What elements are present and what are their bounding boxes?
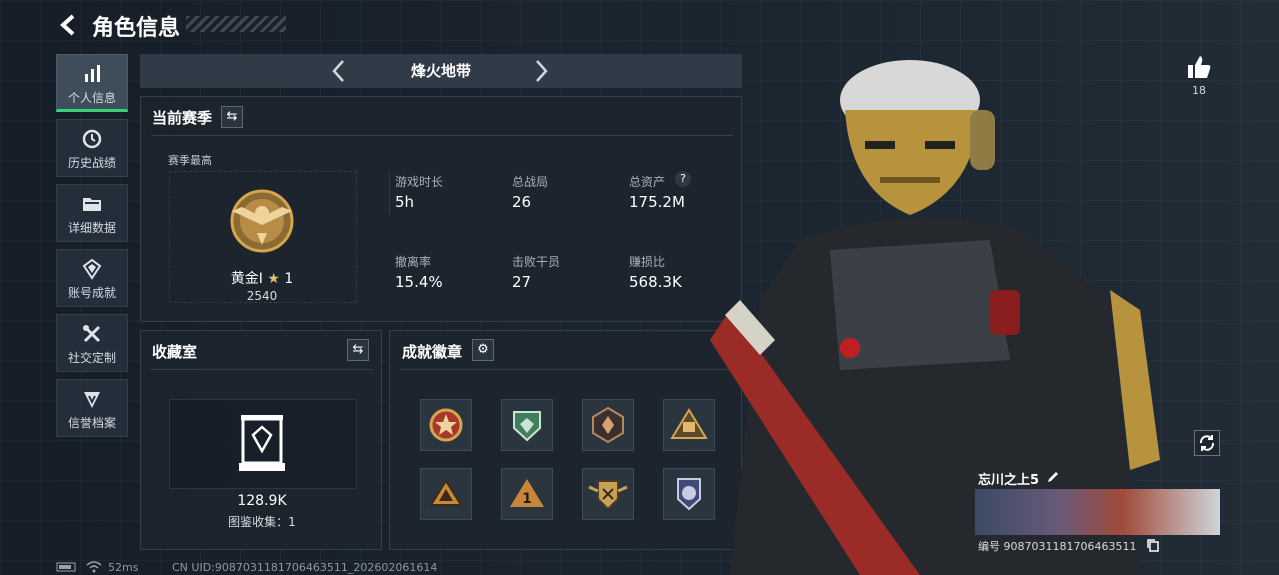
wifi-icon: [86, 561, 102, 573]
sidebar-item-reputation[interactable]: 信誉档案: [56, 379, 128, 437]
collection-title: 收藏室: [152, 343, 198, 361]
achievement-badge[interactable]: [582, 468, 634, 520]
sidebar-item-achievements[interactable]: 账号成就: [56, 249, 128, 307]
hex-emblem-icon: [592, 406, 624, 444]
rank-one-icon: 1: [510, 479, 544, 507]
edit-icon[interactable]: [1046, 470, 1060, 484]
catalog-count: 图鉴收集：1: [228, 515, 296, 529]
like-count: 18: [1192, 84, 1206, 97]
divider: [389, 171, 390, 215]
next-mode-icon[interactable]: [532, 56, 550, 93]
sidebar-item-personal-info[interactable]: 个人信息: [56, 54, 128, 112]
folder-icon: [83, 198, 101, 211]
sidebar-item-history[interactable]: 历史战绩: [56, 119, 128, 177]
swap-season-button[interactable]: ⇆: [221, 106, 243, 128]
title-decoration: [186, 16, 286, 32]
copy-icon[interactable]: [1146, 538, 1160, 552]
achievement-badge[interactable]: [420, 468, 472, 520]
swap-collection-button[interactable]: ⇆: [347, 339, 369, 361]
stat-label: 总资产: [629, 175, 666, 189]
sidebar-item-social-custom[interactable]: 社交定制: [56, 314, 128, 372]
sidebar-item-label: 社交定制: [67, 351, 116, 365]
green-shield-icon: [513, 411, 541, 442]
star-medal-icon: [429, 408, 463, 442]
display-case-icon: [239, 415, 285, 471]
divider: [400, 369, 733, 370]
player-id: 编号 9087031181706463511: [978, 540, 1137, 553]
stat-label: 赚损比: [629, 255, 666, 269]
name-card-banner[interactable]: [975, 489, 1220, 535]
orange-triangle-icon: [429, 479, 463, 506]
sidebar-item-label: 账号成就: [67, 286, 116, 300]
achievement-badge[interactable]: [501, 399, 553, 451]
shield-icon: [84, 392, 100, 408]
sidebar-item-label: 历史战绩: [67, 156, 116, 170]
achievement-badge[interactable]: [582, 399, 634, 451]
refresh-icon: [1199, 435, 1215, 451]
sidebar-item-label: 详细数据: [67, 221, 116, 235]
divider: [151, 135, 733, 136]
clock-icon: [82, 129, 102, 149]
season-best-label: 赛季最高: [168, 154, 212, 167]
rank-star-icon: ★: [267, 271, 280, 287]
stat-value: 175.2M: [629, 193, 685, 211]
tools-icon: [83, 325, 101, 343]
stat-label: 击败干员: [512, 255, 561, 269]
battery-icon: [56, 562, 76, 572]
mode-selector: 烽火地带: [140, 54, 742, 88]
uid-text: CN UID:9087031181706463511_202602061614: [172, 561, 438, 574]
rank-name-line: 黄金Ⅰ ★ 1: [201, 268, 323, 288]
thumbs-up-icon[interactable]: [1186, 54, 1212, 80]
sidebar-item-label: 个人信息: [67, 91, 116, 105]
gold-rank-emblem: [230, 189, 294, 253]
stat-value: 568.3K: [629, 273, 682, 291]
current-season-title: 当前赛季: [152, 109, 213, 127]
achievement-badge[interactable]: [420, 399, 472, 451]
stat-label: 撤离率: [395, 255, 432, 269]
stat-value: 5h: [395, 193, 415, 211]
bar-chart-icon: [85, 65, 100, 82]
stat-label: 总战局: [512, 175, 549, 189]
mode-name: 烽火地带: [410, 62, 471, 80]
stat-label: 游戏时长: [395, 175, 444, 189]
stat-value: 15.4%: [395, 273, 443, 291]
rank-name: 黄金Ⅰ: [230, 271, 263, 287]
achievement-icon: [82, 258, 102, 280]
achievement-badge[interactable]: 1: [501, 468, 553, 520]
rank-star-count: 1: [284, 271, 294, 287]
help-icon[interactable]: ?: [675, 171, 691, 187]
winged-shield-icon: [588, 480, 628, 511]
achievement-settings-icon[interactable]: ⚙: [472, 339, 494, 361]
collection-value: 128.9K: [237, 493, 287, 509]
current-season-panel: 当前赛季 ⇆ 赛季最高 黄金Ⅰ ★ 1 2540 游戏时长 5h 总战局 26 …: [140, 96, 742, 322]
player-name: 忘川之上5: [978, 473, 1040, 488]
achievement-title: 成就徽章: [402, 343, 463, 361]
page-title: 角色信息: [92, 16, 181, 41]
back-icon[interactable]: [56, 12, 84, 40]
svg-text:1: 1: [522, 491, 532, 507]
rank-points: 2540: [246, 289, 278, 303]
stat-value: 27: [512, 273, 532, 291]
sidebar-item-detailed-data[interactable]: 详细数据: [56, 184, 128, 242]
collection-panel: 收藏室 ⇆ 128.9K 图鉴收集：1: [140, 330, 382, 550]
ping: 52ms: [108, 561, 139, 574]
sidebar-item-label: 信誉档案: [67, 416, 116, 430]
stat-value: 26: [512, 193, 532, 211]
divider: [151, 369, 373, 370]
refresh-button[interactable]: [1194, 430, 1220, 456]
